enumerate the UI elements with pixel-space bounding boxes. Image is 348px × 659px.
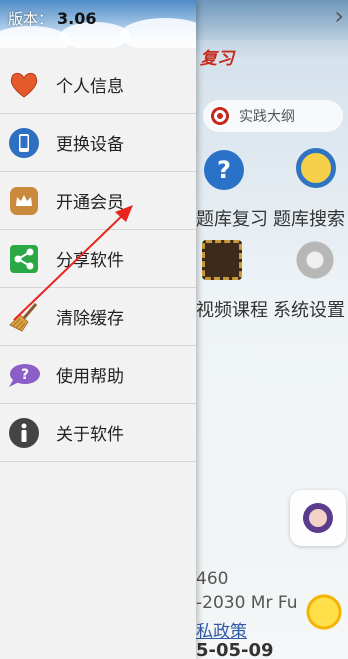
drawer-menu: 个人信息 更换设备 开通会员 分享软件 清除缓存 ? 使用帮助 关于软件: [0, 56, 196, 462]
target-icon: [209, 105, 231, 127]
menu-item-share[interactable]: 分享软件: [0, 230, 196, 288]
footer-date: 5-05-09: [196, 640, 274, 659]
version-prefix: 版本：: [8, 10, 54, 28]
chevron-right-icon[interactable]: ›: [334, 2, 344, 30]
header-sky-image: [196, 0, 348, 40]
menu-item-about[interactable]: 关于软件: [0, 404, 196, 462]
question-bubble-icon[interactable]: ?: [204, 150, 244, 190]
version-info: 版本： 3.06: [8, 8, 97, 29]
side-drawer: 版本： 3.06 个人信息 更换设备 开通会员 分享软件 清除缓存 ? 使用帮助…: [0, 0, 196, 659]
menu-item-membership[interactable]: 开通会员: [0, 172, 196, 230]
practice-outline-button[interactable]: 实践大纲: [203, 100, 343, 132]
svg-text:?: ?: [21, 367, 29, 383]
info-icon: [7, 416, 41, 450]
phone-icon: [7, 126, 41, 160]
grid-label-search[interactable]: 题库搜索: [273, 205, 345, 231]
privacy-policy-link[interactable]: 私政策: [196, 617, 247, 642]
menu-label: 分享软件: [56, 251, 124, 271]
version-number: 3.06: [57, 9, 97, 28]
sun-decoration-icon: [300, 588, 348, 636]
broom-icon: [7, 300, 41, 334]
gear-icon[interactable]: [295, 240, 335, 280]
menu-label: 清除缓存: [56, 309, 124, 329]
headset-icon: [303, 503, 333, 533]
share-icon: [7, 242, 41, 276]
menu-label: 个人信息: [56, 77, 124, 97]
menu-label: 更换设备: [56, 135, 124, 155]
menu-item-clear-cache[interactable]: 清除缓存: [0, 288, 196, 346]
practice-outline-label: 实践大纲: [239, 109, 295, 125]
magnifier-icon[interactable]: [296, 148, 336, 188]
help-bubble-icon: ?: [7, 358, 41, 392]
grid-label-video[interactable]: 视频课程: [196, 296, 268, 322]
heart-icon: [7, 68, 41, 102]
grid-label-settings[interactable]: 系统设置: [273, 296, 345, 322]
grid-label-review[interactable]: 题库复习: [196, 205, 268, 231]
film-icon[interactable]: [202, 240, 242, 280]
drawer-header: 版本： 3.06: [0, 0, 196, 48]
menu-label: 开通会员: [56, 193, 124, 213]
customer-support-button[interactable]: [290, 490, 346, 546]
menu-item-help[interactable]: ? 使用帮助: [0, 346, 196, 404]
menu-item-profile[interactable]: 个人信息: [0, 56, 196, 114]
footer-number: 460: [196, 569, 229, 589]
banner-title: 复习: [200, 49, 234, 69]
menu-label: 关于软件: [56, 425, 124, 445]
footer-copyright: -2030 Mr Fu: [196, 593, 298, 613]
crown-icon: [7, 184, 41, 218]
menu-item-change-device[interactable]: 更换设备: [0, 114, 196, 172]
menu-label: 使用帮助: [56, 367, 124, 387]
